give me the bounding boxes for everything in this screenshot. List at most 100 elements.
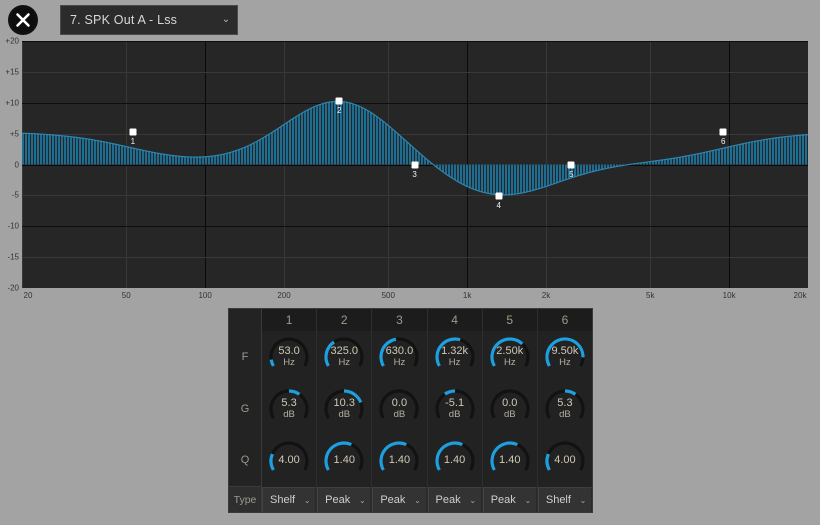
chevron-down-icon: ⌄ bbox=[215, 15, 237, 25]
y-axis-tick: -10 bbox=[7, 222, 19, 231]
y-axis-tick: +20 bbox=[5, 37, 19, 46]
eq-band-point-2[interactable] bbox=[336, 97, 343, 104]
frequency-knob-band-4[interactable]: 1.32kHz bbox=[432, 334, 478, 380]
band-column-2: 2 325.0Hz 10.3dB 1.40 Peak⌄ bbox=[317, 309, 372, 512]
q-knob-band-1[interactable]: 4.00 bbox=[266, 438, 312, 484]
type-dropdown-band-2[interactable]: Peak⌄ bbox=[317, 487, 371, 512]
row-label-blank bbox=[229, 309, 261, 331]
y-axis-tick: -5 bbox=[12, 191, 19, 200]
eq-band-point-4[interactable] bbox=[495, 192, 502, 199]
frequency-knob-cell: 2.50kHz bbox=[483, 331, 537, 383]
band-column-6: 69.50kHz5.3dB4.00Shelf⌄ bbox=[538, 309, 592, 512]
y-axis-tick: -20 bbox=[7, 284, 19, 293]
q-knob-cell: 1.40 bbox=[428, 435, 482, 487]
q-knob-band-3[interactable]: 1.40 bbox=[376, 438, 422, 484]
gain-knob-band-6[interactable]: 5.3dB bbox=[542, 386, 588, 432]
eq-plot-area[interactable]: 123456 bbox=[22, 41, 808, 288]
gain-knob-cell: 5.3dB bbox=[538, 383, 592, 435]
type-dropdown-band-4[interactable]: Peak⌄ bbox=[428, 487, 482, 512]
frequency-knob-cell: 630.0Hz bbox=[372, 331, 426, 383]
frequency-knob-band-2[interactable]: 325.0Hz bbox=[321, 334, 367, 380]
band-column-5: 5 2.50kHz 0.0dB 1.40 Peak⌄ bbox=[483, 309, 538, 512]
y-axis: +20+15+10+50-5-10-15-20 bbox=[0, 38, 22, 288]
band-number-label: 3 bbox=[372, 309, 426, 331]
band-column-4: 4 1.32kHz -5.1dB 1.40 Peak⌄ bbox=[428, 309, 483, 512]
x-axis-tick: 10k bbox=[723, 291, 736, 300]
frequency-knob-band-6[interactable]: 9.50kHz bbox=[542, 334, 588, 380]
q-knob-cell: 1.40 bbox=[483, 435, 537, 487]
row-label-column: F G Q Type bbox=[229, 309, 262, 512]
eq-band-point-6[interactable] bbox=[720, 128, 727, 135]
band-number-label: 2 bbox=[317, 309, 371, 331]
gain-knob-band-3[interactable]: 0.0dB bbox=[376, 386, 422, 432]
gain-knob-cell: 0.0dB bbox=[483, 383, 537, 435]
chevron-down-icon: ⌄ bbox=[299, 496, 315, 505]
gain-knob-cell: -5.1dB bbox=[428, 383, 482, 435]
preset-dropdown-label: 7. SPK Out A - Lss bbox=[61, 13, 215, 27]
type-dropdown-label: Peak bbox=[318, 494, 354, 506]
row-label-type: Type bbox=[229, 486, 261, 512]
type-dropdown-label: Shelf bbox=[263, 494, 299, 506]
type-dropdown-band-6[interactable]: Shelf⌄ bbox=[538, 487, 592, 512]
band-column-3: 3 630.0Hz 0.0dB 1.40 Peak⌄ bbox=[372, 309, 427, 512]
band-controls-panel: F G Q Type 153.0Hz5.3dB4.00Shelf⌄2325.0H… bbox=[228, 308, 593, 513]
x-axis-tick: 100 bbox=[198, 291, 211, 300]
q-knob-cell: 1.40 bbox=[317, 435, 371, 487]
type-dropdown-band-3[interactable]: Peak⌄ bbox=[372, 487, 426, 512]
band-column-1: 153.0Hz5.3dB4.00Shelf⌄ bbox=[262, 309, 317, 512]
gain-knob-band-5[interactable]: 0.0dB bbox=[487, 386, 533, 432]
x-axis-tick: 20k bbox=[794, 291, 807, 300]
y-axis-tick: +5 bbox=[10, 129, 19, 138]
frequency-knob-band-5[interactable]: 2.50kHz bbox=[487, 334, 533, 380]
eq-band-point-3[interactable] bbox=[411, 161, 418, 168]
eq-band-point-1[interactable] bbox=[129, 128, 136, 135]
gain-knob-band-4[interactable]: -5.1dB bbox=[432, 386, 478, 432]
frequency-knob-cell: 53.0Hz bbox=[262, 331, 316, 383]
type-dropdown-band-5[interactable]: Peak⌄ bbox=[483, 487, 537, 512]
gain-knob-cell: 0.0dB bbox=[372, 383, 426, 435]
title-bar: 7. SPK Out A - Lss ⌄ bbox=[0, 0, 820, 40]
y-axis-tick: 0 bbox=[15, 160, 19, 169]
gain-knob-cell: 5.3dB bbox=[262, 383, 316, 435]
chevron-down-icon: ⌄ bbox=[520, 496, 536, 505]
q-knob-cell: 4.00 bbox=[538, 435, 592, 487]
gain-knob-band-1[interactable]: 5.3dB bbox=[266, 386, 312, 432]
row-label-gain: G bbox=[229, 383, 261, 435]
y-axis-tick: +10 bbox=[5, 98, 19, 107]
q-knob-band-4[interactable]: 1.40 bbox=[432, 438, 478, 484]
type-dropdown-label: Peak bbox=[373, 494, 409, 506]
q-knob-band-5[interactable]: 1.40 bbox=[487, 438, 533, 484]
row-label-q: Q bbox=[229, 434, 261, 486]
q-knob-band-6[interactable]: 4.00 bbox=[542, 438, 588, 484]
type-dropdown-label: Shelf bbox=[539, 494, 575, 506]
x-axis-tick: 1k bbox=[463, 291, 471, 300]
frequency-knob-cell: 1.32kHz bbox=[428, 331, 482, 383]
band-number-label: 4 bbox=[428, 309, 482, 331]
eq-graph: +20+15+10+50-5-10-15-20 123456 205010020… bbox=[0, 38, 820, 306]
gain-knob-band-2[interactable]: 10.3dB bbox=[321, 386, 367, 432]
q-knob-band-2[interactable]: 1.40 bbox=[321, 438, 367, 484]
x-axis-tick: 2k bbox=[542, 291, 550, 300]
type-dropdown-band-1[interactable]: Shelf⌄ bbox=[262, 487, 316, 512]
type-dropdown-label: Peak bbox=[484, 494, 520, 506]
close-button[interactable] bbox=[8, 5, 38, 35]
frequency-knob-band-3[interactable]: 630.0Hz bbox=[376, 334, 422, 380]
y-axis-tick: -15 bbox=[7, 253, 19, 262]
x-axis-tick: 200 bbox=[277, 291, 290, 300]
gain-knob-cell: 10.3dB bbox=[317, 383, 371, 435]
frequency-knob-band-1[interactable]: 53.0Hz bbox=[266, 334, 312, 380]
q-knob-cell: 1.40 bbox=[372, 435, 426, 487]
x-axis-tick: 50 bbox=[122, 291, 131, 300]
chevron-down-icon: ⌄ bbox=[354, 496, 370, 505]
y-axis-tick: +15 bbox=[5, 67, 19, 76]
x-axis-tick: 500 bbox=[382, 291, 395, 300]
chevron-down-icon: ⌄ bbox=[575, 496, 591, 505]
frequency-knob-cell: 9.50kHz bbox=[538, 331, 592, 383]
frequency-knob-cell: 325.0Hz bbox=[317, 331, 371, 383]
type-dropdown-label: Peak bbox=[429, 494, 465, 506]
band-columns: 153.0Hz5.3dB4.00Shelf⌄2325.0Hz10.3dB1.40… bbox=[262, 309, 592, 512]
q-knob-cell: 4.00 bbox=[262, 435, 316, 487]
band-number-label: 5 bbox=[483, 309, 537, 331]
preset-dropdown[interactable]: 7. SPK Out A - Lss ⌄ bbox=[60, 5, 238, 35]
eq-band-point-5[interactable] bbox=[568, 161, 575, 168]
